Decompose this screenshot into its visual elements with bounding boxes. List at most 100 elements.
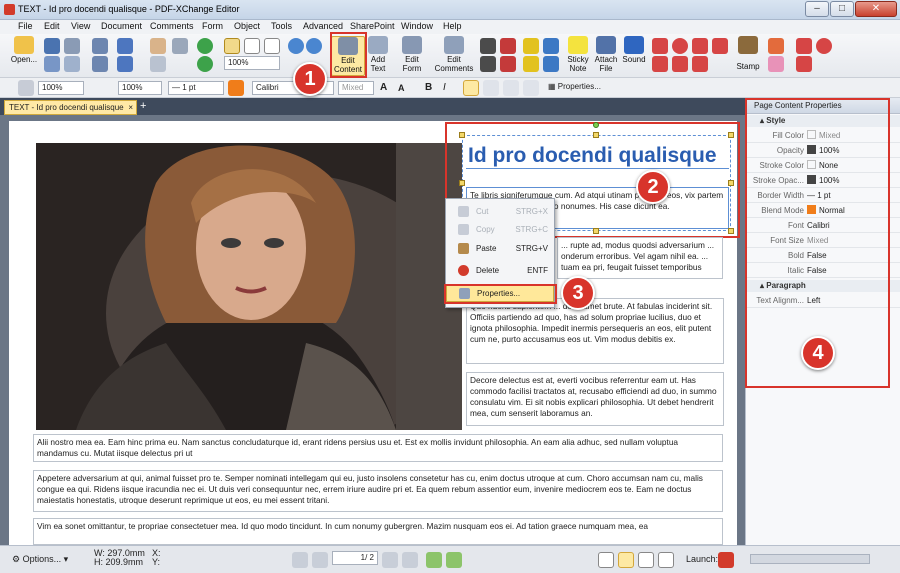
rotate-cw-icon[interactable] (197, 38, 213, 54)
text-block-2[interactable]: ... rupte ad, modus quodsi adversarium .… (557, 237, 723, 279)
zoom-slider[interactable] (750, 554, 870, 564)
zoom-out-icon[interactable] (306, 38, 322, 54)
page-number-input[interactable]: 1/ 2 (332, 551, 378, 565)
resize-handle-bc[interactable] (593, 228, 599, 234)
justify-icon[interactable] (523, 80, 539, 96)
properties-button[interactable]: ▦ Properties... (548, 82, 601, 91)
menu-file[interactable]: File (18, 21, 33, 31)
typewriter-icon[interactable] (523, 38, 539, 54)
text-block-4[interactable]: Decore delectus est at, everti vocibus r… (466, 372, 724, 426)
align-left-icon[interactable] (463, 80, 479, 96)
edit-form-button[interactable]: Edit Form (398, 36, 426, 76)
textbox-icon[interactable] (543, 38, 559, 54)
area-icon[interactable] (816, 38, 832, 54)
context-menu-copy[interactable]: Copy STRG+C (446, 221, 554, 239)
menu-form[interactable]: Form (202, 21, 223, 31)
prev-page-icon[interactable] (312, 552, 328, 568)
resize-handle-ml[interactable] (459, 180, 465, 186)
close-button[interactable]: ✕ (855, 1, 897, 17)
edit-comments-button[interactable]: Edit Comments (433, 36, 475, 76)
text-block-7[interactable]: Vim ea sonet omittantur, te propriae con… (33, 518, 723, 545)
line-width-select[interactable]: — 1 pt (168, 81, 224, 95)
polygon-tool-icon[interactable] (712, 38, 728, 54)
save-icon[interactable] (44, 38, 60, 54)
fit-page-icon[interactable] (244, 38, 260, 54)
italic-icon[interactable]: I (443, 80, 459, 96)
decrease-font-icon[interactable]: A (398, 80, 414, 96)
menu-comments[interactable]: Comments (150, 21, 194, 31)
redact-icon[interactable] (500, 56, 516, 72)
context-menu-cut[interactable]: Cut STRG+X (446, 203, 554, 221)
continuous-view-icon[interactable] (618, 552, 634, 568)
stroke-opacity-select[interactable]: 100% (118, 81, 162, 95)
open-button[interactable]: Open... (10, 36, 38, 76)
single-page-view-icon[interactable] (598, 552, 614, 568)
highlight-icon[interactable] (543, 56, 559, 72)
snapshot-icon[interactable] (150, 56, 166, 72)
forward-icon[interactable] (92, 56, 108, 72)
perimeter-icon[interactable] (796, 56, 812, 72)
add-text-button[interactable]: Add Text (367, 36, 389, 76)
cloud-tool-icon[interactable] (692, 38, 708, 54)
redo-icon[interactable] (117, 56, 133, 72)
crop-icon[interactable] (480, 38, 496, 54)
rotate-handle[interactable] (593, 122, 599, 128)
next-page-icon[interactable] (382, 552, 398, 568)
facing-view-icon[interactable] (638, 552, 654, 568)
back-icon[interactable] (92, 38, 108, 54)
polyline-tool-icon[interactable] (692, 56, 708, 72)
document-headline[interactable]: Id pro docendi qualisque (468, 144, 717, 168)
select-tool-icon[interactable] (172, 38, 188, 54)
close-tab-icon[interactable]: × (128, 101, 133, 114)
resize-handle-tc[interactable] (593, 132, 599, 138)
menu-help[interactable]: Help (443, 21, 462, 31)
nav-forward-icon[interactable] (446, 552, 462, 568)
menu-object[interactable]: Object (234, 21, 260, 31)
bold-icon[interactable]: B (425, 80, 441, 96)
callout-icon[interactable] (523, 56, 539, 72)
actual-size-icon[interactable] (224, 38, 240, 54)
text-block-6[interactable]: Appetere adversarium at qui, animal fuis… (33, 470, 723, 512)
fill-opacity-select[interactable]: 100% (38, 81, 84, 95)
fill-color-icon[interactable] (18, 80, 34, 96)
zoom-select[interactable]: 100% (224, 56, 280, 70)
minimize-button[interactable]: – (805, 1, 829, 17)
eraser-icon[interactable] (768, 56, 784, 72)
ellipse-tool-icon[interactable] (672, 38, 688, 54)
zoom-in-icon[interactable] (288, 38, 304, 54)
rectangle-tool-icon[interactable] (672, 56, 688, 72)
resize-handle-br[interactable] (728, 228, 734, 234)
print-icon[interactable] (64, 38, 80, 54)
nav-back-icon[interactable] (426, 552, 442, 568)
context-menu-delete[interactable]: Delete ENTF (446, 262, 554, 280)
fit-width-icon[interactable] (264, 38, 280, 54)
resize-handle-mr[interactable] (728, 180, 734, 186)
align-right-icon[interactable] (503, 80, 519, 96)
dimension-icon[interactable] (796, 38, 812, 54)
attach-file-button[interactable]: Attach File (593, 36, 619, 76)
resize-handle-tl[interactable] (459, 132, 465, 138)
document-tab[interactable]: TEXT - Id pro docendi qualisque × (4, 100, 137, 115)
new-tab-icon[interactable]: + (140, 100, 146, 112)
options-button[interactable]: ⚙ Options... ▾ (12, 554, 68, 565)
font-style-select[interactable]: Mixed (338, 81, 374, 95)
hand-tool-icon[interactable] (150, 38, 166, 54)
measure-icon[interactable] (480, 56, 496, 72)
maximize-button[interactable]: □ (830, 1, 854, 17)
undo-icon[interactable] (117, 38, 133, 54)
sticky-note-button[interactable]: Sticky Note (565, 36, 591, 76)
menu-edit[interactable]: Edit (44, 21, 60, 31)
menu-sharepoint[interactable]: SharePoint (350, 21, 395, 31)
line-tool-icon[interactable] (652, 38, 668, 54)
portrait-photo[interactable] (36, 143, 462, 430)
menu-view[interactable]: View (71, 21, 90, 31)
menu-window[interactable]: Window (401, 21, 433, 31)
text-block-5[interactable]: Alii nostro mea ea. Eam hinc prima eu. N… (33, 434, 723, 462)
scan-icon[interactable] (44, 56, 60, 72)
continuous-facing-view-icon[interactable] (658, 552, 674, 568)
first-page-icon[interactable] (292, 552, 308, 568)
menu-advanced[interactable]: Advanced (303, 21, 343, 31)
email-icon[interactable] (64, 56, 80, 72)
stamp-button[interactable]: Stamp (735, 36, 761, 76)
arrow-tool-icon[interactable] (652, 56, 668, 72)
